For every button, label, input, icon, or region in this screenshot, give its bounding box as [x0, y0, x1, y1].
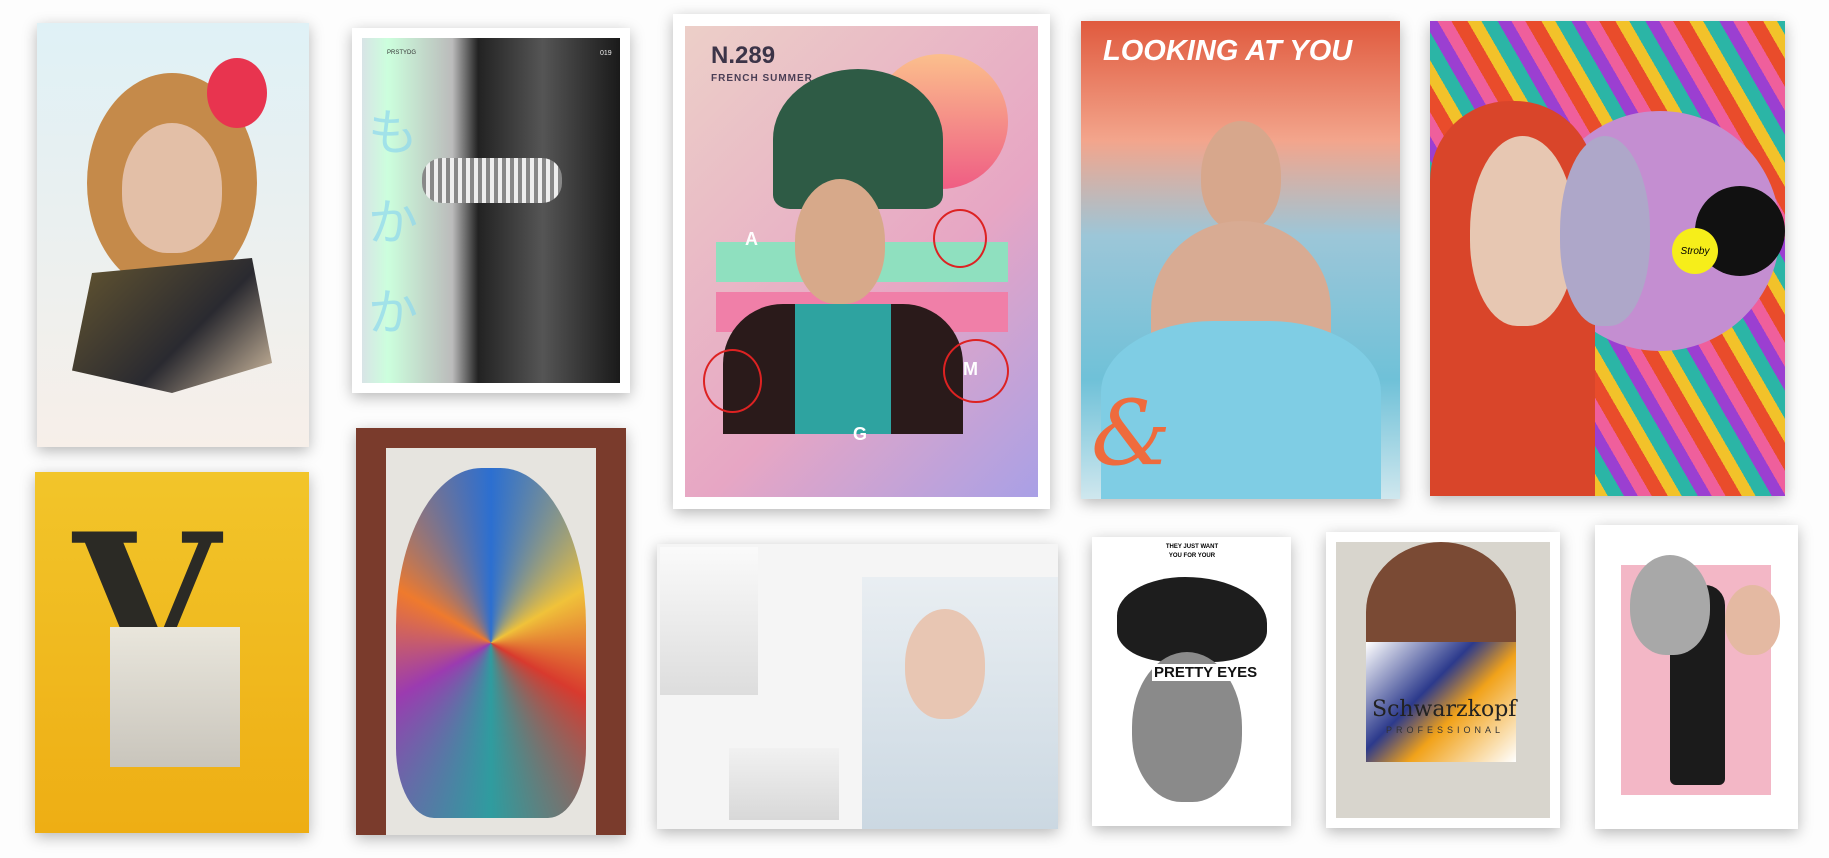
issue-number: N.289 — [711, 42, 776, 69]
poster-title: FRENCH SUMMER — [711, 73, 813, 84]
face — [122, 123, 222, 253]
yellow-badge: Stroby — [1672, 228, 1718, 274]
red-circle-annotation — [933, 209, 987, 268]
collage-face — [1630, 555, 1710, 655]
brand-label: PRSTYDG — [387, 50, 417, 56]
poster-pink-collage[interactable] — [1595, 525, 1798, 829]
poster-bw-woman[interactable]: もかか PRSTYDG 019 — [352, 28, 630, 393]
hair — [1117, 577, 1267, 662]
brand-sub: PROFESSIONAL — [1386, 725, 1505, 735]
poster-french-summer[interactable]: N.289 FRENCH SUMMER A M G — [673, 14, 1050, 509]
ampersand: & — [1091, 381, 1172, 486]
poster-yellow-v[interactable]: V — [35, 472, 309, 833]
red-circle-annotation — [943, 339, 1009, 403]
model-photo-lying — [729, 748, 839, 820]
poster-fashion-spread[interactable] — [657, 544, 1058, 829]
model-photo-small — [660, 547, 758, 695]
side-face — [1725, 585, 1780, 655]
tagline: THEY JUST WANT YOU FOR YOUR — [1165, 544, 1219, 559]
poster-title: LOOKING AT YOU — [1103, 35, 1353, 67]
model-face — [905, 609, 985, 719]
man-head — [795, 179, 885, 304]
red-flower — [207, 58, 267, 128]
red-circle-annotation — [703, 349, 762, 413]
letter-g: G — [853, 424, 868, 444]
torso — [72, 258, 272, 393]
poster-colorful-statue[interactable]: Stroby — [1430, 21, 1785, 496]
letter-a: A — [745, 229, 758, 249]
poster-collage-woman[interactable] — [37, 23, 309, 447]
poster-schwarzkopf[interactable]: Schwarzkopf PROFESSIONAL — [1326, 532, 1560, 828]
poster-mural[interactable] — [356, 428, 626, 835]
neon-glyphs: もかか — [368, 105, 418, 341]
statue-face — [1560, 136, 1650, 326]
brand-name: Schwarzkopf — [1372, 697, 1517, 722]
hands-photo — [110, 627, 240, 767]
badge-text: Stroby — [1680, 245, 1710, 257]
poster-looking-at-you[interactable]: LOOKING AT YOU & — [1081, 21, 1400, 499]
mural-face — [396, 468, 586, 818]
poster-pretty-eyes[interactable]: THEY JUST WANT YOU FOR YOUR PRETTY EYES — [1092, 537, 1291, 826]
issue-number: 019 — [600, 50, 612, 57]
goggles — [422, 158, 562, 203]
woman-head — [1201, 121, 1281, 231]
poster-title: PRETTY EYES — [1152, 664, 1260, 681]
